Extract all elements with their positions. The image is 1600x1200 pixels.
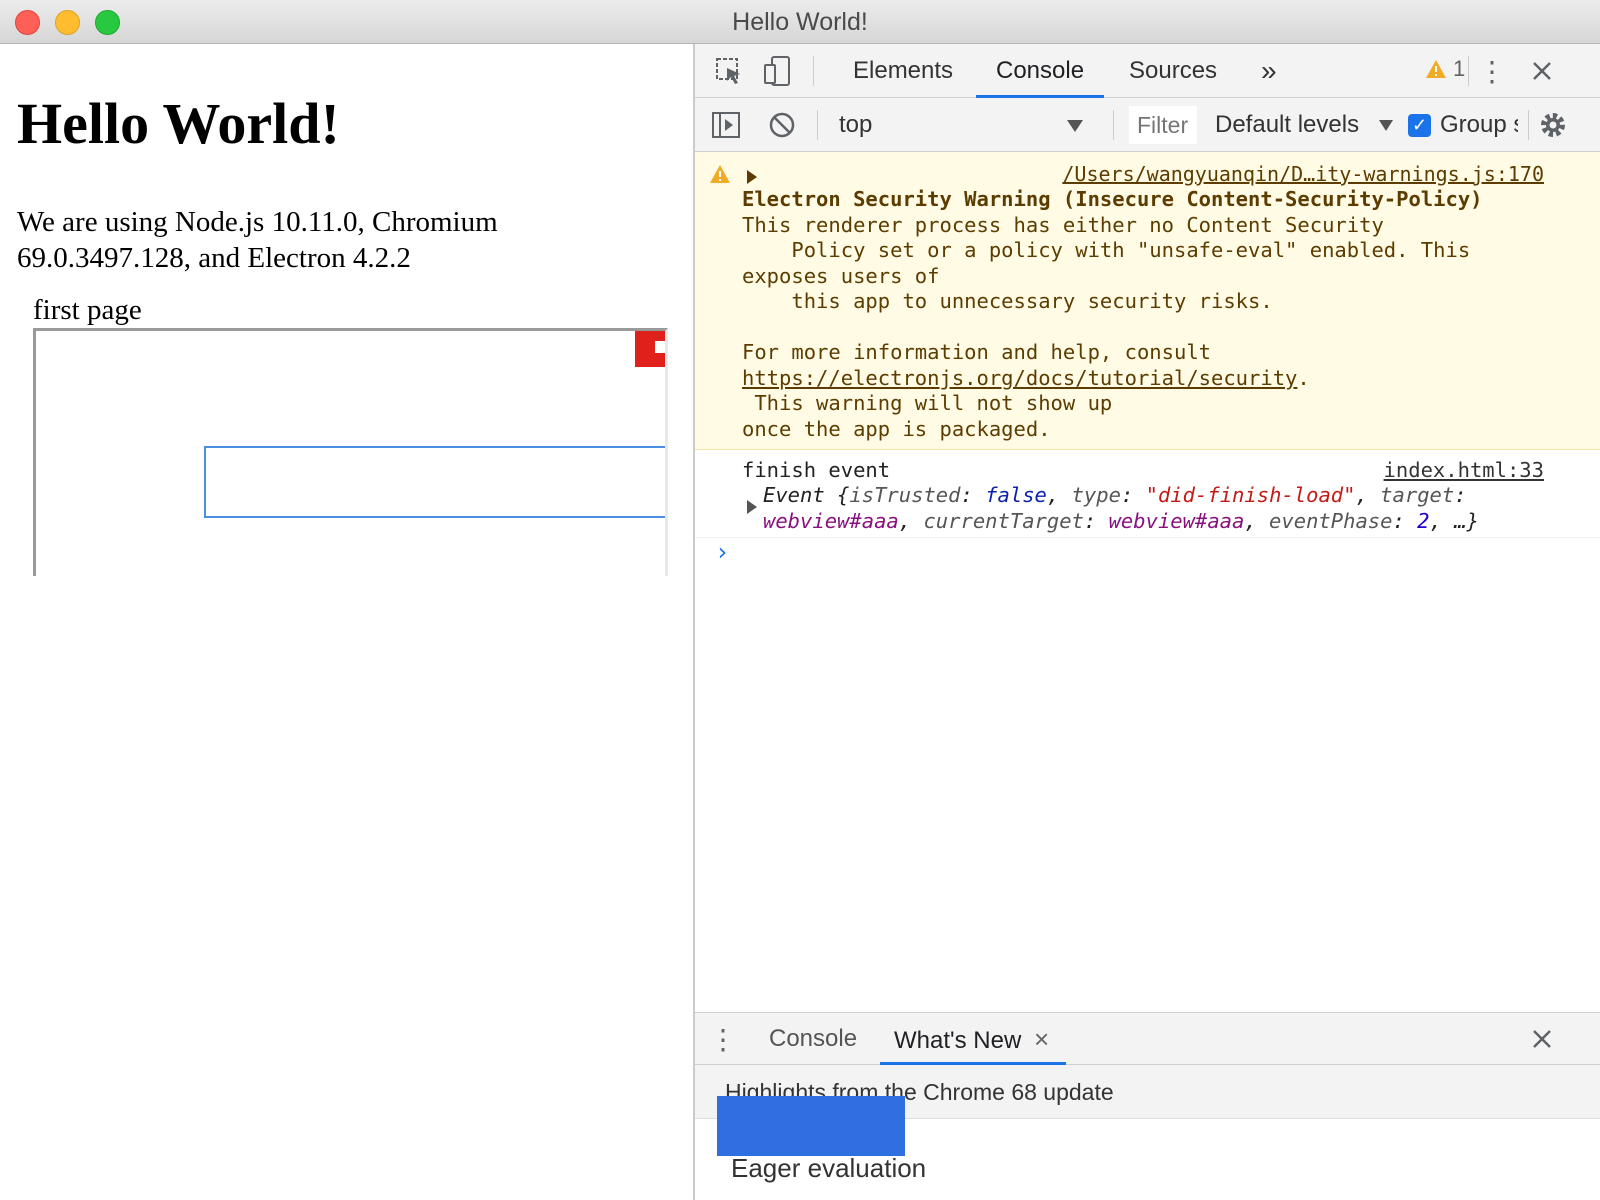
close-drawer-icon[interactable]: [1525, 1022, 1559, 1056]
window-titlebar: Hello World!: [0, 0, 1600, 44]
warning-source-link[interactable]: /Users/wangyuanqin/D…ity-warnings.js:170: [1062, 162, 1544, 186]
webview-label: first page: [33, 294, 142, 326]
more-tabs-button[interactable]: »: [1241, 44, 1297, 98]
drawer-tab-label: What's New: [894, 1027, 1022, 1054]
tab-console[interactable]: Console: [976, 44, 1105, 98]
app-page: Hello World! We are using Node.js 10.11.…: [0, 44, 693, 1200]
console-prompt[interactable]: ›: [715, 538, 729, 566]
close-tab-icon[interactable]: ×: [1034, 1024, 1049, 1054]
drawer-tabbar: ⋮ Console What's New ×: [695, 1013, 1600, 1065]
close-devtools-icon[interactable]: [1525, 54, 1559, 88]
context-dropdown-arrow-icon: [1067, 120, 1083, 132]
webview-red-block: [635, 331, 665, 367]
inspect-element-icon[interactable]: [711, 54, 747, 88]
warning-text: Electron Security Warning (Insecure Cont…: [742, 187, 1483, 441]
console-messages: /Users/wangyuanqin/D…ity-warnings.js:170…: [695, 152, 1600, 1012]
webview-input-box[interactable]: [204, 446, 665, 518]
whats-new-thumbnail-image: [717, 1096, 905, 1156]
console-warning-message: /Users/wangyuanqin/D…ity-warnings.js:170…: [695, 152, 1600, 450]
devtools-panel: Elements Console Sources » 1 ⋮ top Filte…: [693, 44, 1600, 1200]
group-similar-label: Group similar: [1440, 111, 1518, 138]
console-filter-bar: top Default levels ✓ Group similar: [695, 98, 1600, 152]
tab-elements[interactable]: Elements: [833, 44, 973, 98]
embedded-webview[interactable]: [33, 328, 668, 576]
log-levels-selector[interactable]: Default levels: [1215, 106, 1359, 144]
more-options-icon[interactable]: ⋮: [1477, 54, 1507, 88]
warning-icon: [710, 165, 730, 183]
warning-title: Electron Security Warning (Insecure Cont…: [742, 187, 1483, 211]
levels-dropdown-arrow-icon: [1379, 120, 1393, 131]
window-title: Hello World!: [732, 8, 868, 36]
expand-triangle-icon[interactable]: [747, 170, 757, 184]
event-object-preview[interactable]: Event {isTrusted: false, type: "did-fini…: [763, 483, 1543, 534]
context-selector[interactable]: top: [839, 106, 1099, 144]
page-heading: Hello World!: [17, 91, 340, 156]
devtools-main-toolbar: Elements Console Sources » 1 ⋮: [695, 44, 1600, 98]
whats-new-section-title: Eager evaluation: [731, 1153, 927, 1183]
drawer-menu-icon[interactable]: ⋮: [709, 1022, 737, 1056]
show-sidebar-icon[interactable]: [709, 108, 743, 142]
warning-counter[interactable]: 1: [1425, 56, 1465, 82]
device-toolbar-icon[interactable]: [759, 54, 795, 88]
drawer-tab-console[interactable]: Console: [755, 1013, 871, 1065]
clear-console-icon[interactable]: [765, 108, 799, 142]
tab-sources[interactable]: Sources: [1109, 44, 1237, 98]
console-log-message: finish event index.html:33 Event {isTrus…: [695, 450, 1600, 538]
log-source-link[interactable]: index.html:33: [1384, 458, 1544, 482]
group-similar-checkbox[interactable]: ✓: [1408, 114, 1431, 137]
warning-count: 1: [1453, 56, 1466, 81]
warning-icon: [1426, 60, 1446, 78]
console-filter-input[interactable]: [1129, 106, 1197, 144]
console-settings-gear-icon[interactable]: [1535, 108, 1571, 142]
security-docs-link[interactable]: https://electronjs.org/docs/tutorial/sec…: [742, 366, 1297, 390]
expand-object-triangle-icon[interactable]: [747, 500, 757, 514]
version-paragraph: We are using Node.js 10.11.0, Chromium 6…: [17, 206, 498, 274]
log-text: finish event: [742, 458, 891, 482]
drawer-tab-whats-new[interactable]: What's New ×: [880, 1013, 1066, 1065]
